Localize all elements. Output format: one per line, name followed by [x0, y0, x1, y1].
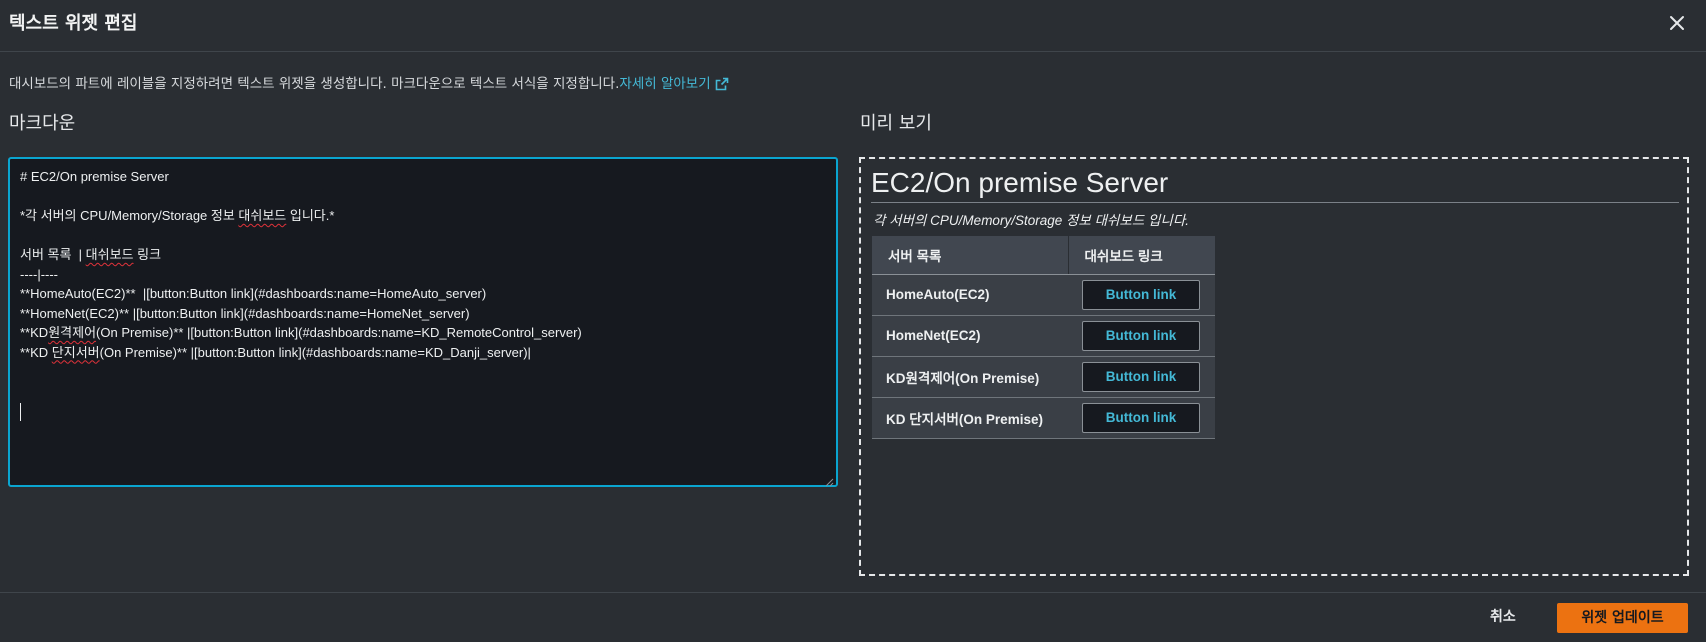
text-caret — [20, 403, 21, 421]
button-cell: Button link — [1068, 397, 1215, 439]
editor-line-spellcheck: *각 서버의 CPU/Memory/Storage 정보 대쉬보드 입니다.* — [20, 206, 826, 226]
dashboard-button-link[interactable]: Button link — [1082, 320, 1200, 351]
table-header-row: 서버 목록 대쉬보드 링크 — [872, 236, 1215, 275]
editor-line-part: 링크 — [133, 247, 162, 262]
markdown-label: 마크다운 — [9, 113, 76, 134]
preview-subtitle: 각 서버의 CPU/Memory/Storage 정보 대쉬보드 입니다. — [873, 213, 1190, 228]
editor-line: ----|---- — [20, 266, 59, 282]
learn-more-label: 자세히 알아보기 — [619, 76, 711, 92]
editor-line-part: **KD — [20, 325, 49, 340]
resize-handle-icon[interactable] — [824, 473, 834, 487]
modal-title: 텍스트 위젯 편집 — [9, 13, 138, 34]
editor-line-part: (On Premise)** |[button:Button link](#da… — [96, 325, 582, 340]
modal-description: 대시보드의 파트에 레이블을 지정하려면 텍스트 위젯을 생성합니다. 마크다운… — [9, 72, 729, 95]
misspelled-word: 대쉬보드 — [238, 208, 287, 223]
editor-line-part: **KD — [20, 344, 52, 360]
editor-line: **HomeNet(EC2)** |[button:Button link](#… — [20, 305, 470, 321]
edit-text-widget-modal: 텍스트 위젯 편집 대시보드의 파트에 레이블을 지정하려면 텍스트 위젯을 생… — [0, 0, 1706, 642]
button-cell: Button link — [1068, 274, 1215, 316]
table-row: KD 단지서버(On Premise) Button link — [872, 397, 1215, 439]
table-row: HomeNet(EC2) Button link — [872, 315, 1215, 357]
description-text: 대시보드의 파트에 레이블을 지정하려면 텍스트 위젯을 생성합니다. 마크다운… — [9, 76, 620, 92]
column-header-dashboard-link: 대쉬보드 링크 — [1068, 236, 1215, 275]
misspelled-word: 단지서버 — [51, 344, 100, 360]
editor-line-part: (On Premise)** |[button:Button link](#da… — [99, 344, 531, 360]
modal-footer: 취소 위젯 업데이트 — [0, 592, 1706, 642]
editor-line: **HomeAuto(EC2)** |[button:Button link](… — [20, 286, 487, 301]
server-name-cell: KD 단지서버(On Premise) — [872, 397, 1068, 439]
close-icon[interactable] — [1664, 10, 1690, 36]
dashboard-button-link[interactable]: Button link — [1082, 402, 1200, 433]
misspelled-word: 대쉬보드 — [85, 247, 134, 262]
server-name-cell: HomeNet(EC2) — [872, 315, 1068, 357]
editor-line: # EC2/On premise Server — [20, 169, 169, 184]
dashboard-button-link[interactable]: Button link — [1082, 361, 1200, 392]
update-widget-button[interactable]: 위젯 업데이트 — [1557, 603, 1688, 633]
editor-line-spellcheck: **KD원격제어(On Premise)** |[button:Button l… — [20, 323, 826, 343]
editor-line-part: 입니다.* — [286, 208, 335, 223]
misspelled-word: 원격제어 — [48, 325, 97, 340]
table-row: HomeAuto(EC2) Button link — [872, 274, 1215, 316]
server-name-cell: KD원격제어(On Premise) — [872, 356, 1068, 398]
preview-panel: EC2/On premise Server 각 서버의 CPU/Memory/S… — [859, 157, 1689, 576]
editor-line-spellcheck: **KD 단지서버(On Premise)** |[button:Button … — [20, 343, 826, 363]
editor-line-spellcheck: 서버 목록 | 대쉬보드 링크 — [20, 245, 826, 265]
button-cell: Button link — [1068, 356, 1215, 398]
learn-more-link[interactable]: 자세히 알아보기 — [619, 76, 728, 92]
button-cell: Button link — [1068, 315, 1215, 357]
column-header-server-list: 서버 목록 — [872, 236, 1069, 275]
table-row: KD원격제어(On Premise) Button link — [872, 356, 1215, 398]
preview-heading: EC2/On premise Server — [871, 167, 1679, 203]
editor-line-part: *각 서버의 CPU/Memory/Storage 정보 — [20, 208, 239, 223]
modal-header: 텍스트 위젯 편집 — [0, 0, 1706, 52]
external-link-icon — [715, 77, 729, 95]
cancel-button[interactable]: 취소 — [1490, 606, 1516, 626]
dashboard-button-link[interactable]: Button link — [1082, 279, 1200, 310]
preview-label: 미리 보기 — [860, 113, 932, 134]
editor-line-part: 서버 목록 | — [20, 247, 86, 262]
preview-table: 서버 목록 대쉬보드 링크 HomeAuto(EC2) Button link … — [872, 236, 1215, 439]
server-name-cell: HomeAuto(EC2) — [872, 274, 1068, 316]
markdown-textarea[interactable]: # EC2/On premise Server *각 서버의 CPU/Memor… — [8, 157, 838, 487]
